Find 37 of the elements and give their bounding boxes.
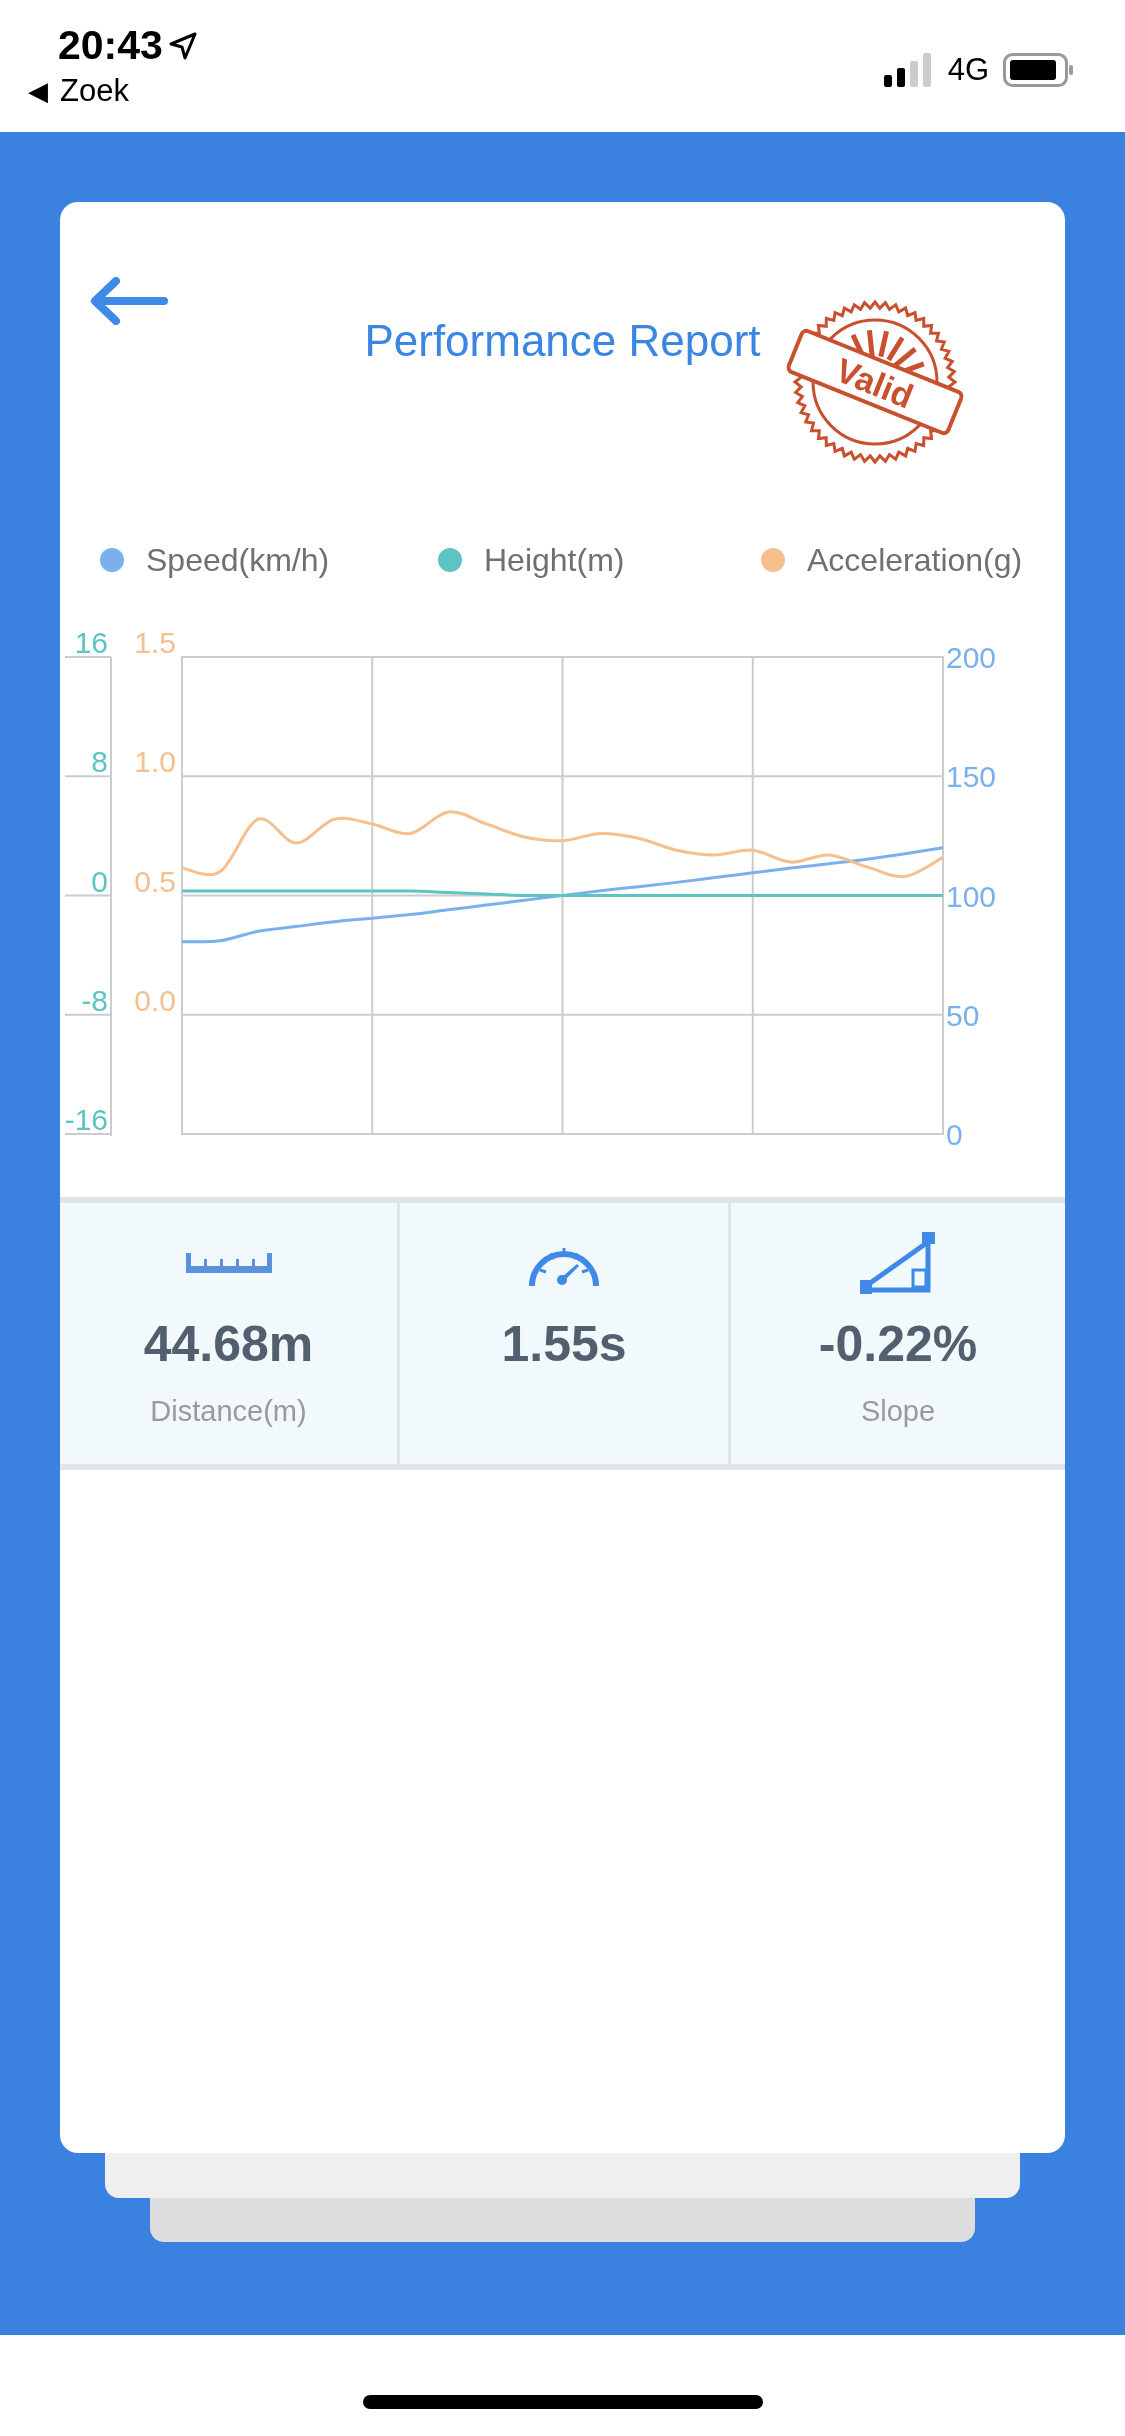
network-label: 4G [947,52,989,88]
axis-tick-label: 8 [91,745,108,779]
axis-tick-label: -16 [64,1103,108,1136]
axis-tick-label: 100 [946,879,997,913]
page-title: Performance Report [364,316,761,366]
stat-value: 1.55s [501,1315,627,1373]
location-arrow-icon [168,31,197,60]
legend-label: Acceleration(g) [807,541,1023,579]
ruler-icon [185,1253,272,1273]
axis-tick-label: 0 [91,864,108,898]
signal-icon [883,53,934,87]
legend-label: Height(m) [484,541,625,579]
stat-label: Distance(m) [150,1395,307,1428]
back-to-app-link[interactable]: ◀ Zoek [28,73,197,109]
axis-tick-label: 1.0 [134,745,176,779]
back-glyph: ◀ [28,75,48,107]
stamp-icon [784,299,965,465]
axis-tick-label: 50 [946,998,980,1032]
axis-tick-label: 0.5 [134,864,176,898]
axis-tick-label: 200 [946,641,997,674]
stat-value: 44.68m [143,1315,314,1373]
stat-label: Slope [860,1395,936,1428]
axis-tick-label: -8 [81,983,108,1017]
back-arrow-icon [90,277,168,325]
slope-icon [860,1232,936,1294]
axis-tick-label: 16 [74,626,108,659]
axis-tick-label: 150 [946,760,997,794]
stamp-label: Valid [830,350,919,416]
axis-tick-label: 1.5 [134,626,176,659]
back-button[interactable] [90,277,168,325]
stat-value: -0.22% [818,1315,978,1373]
axis-tick-label: 0.0 [134,983,176,1017]
legend-label: Speed(km/h) [146,541,330,579]
battery-icon [1003,53,1075,87]
axis-tick-label: 0 [946,1118,963,1150]
status-time: 20:43 [58,22,163,69]
back-app-label: Zoek [60,73,129,109]
